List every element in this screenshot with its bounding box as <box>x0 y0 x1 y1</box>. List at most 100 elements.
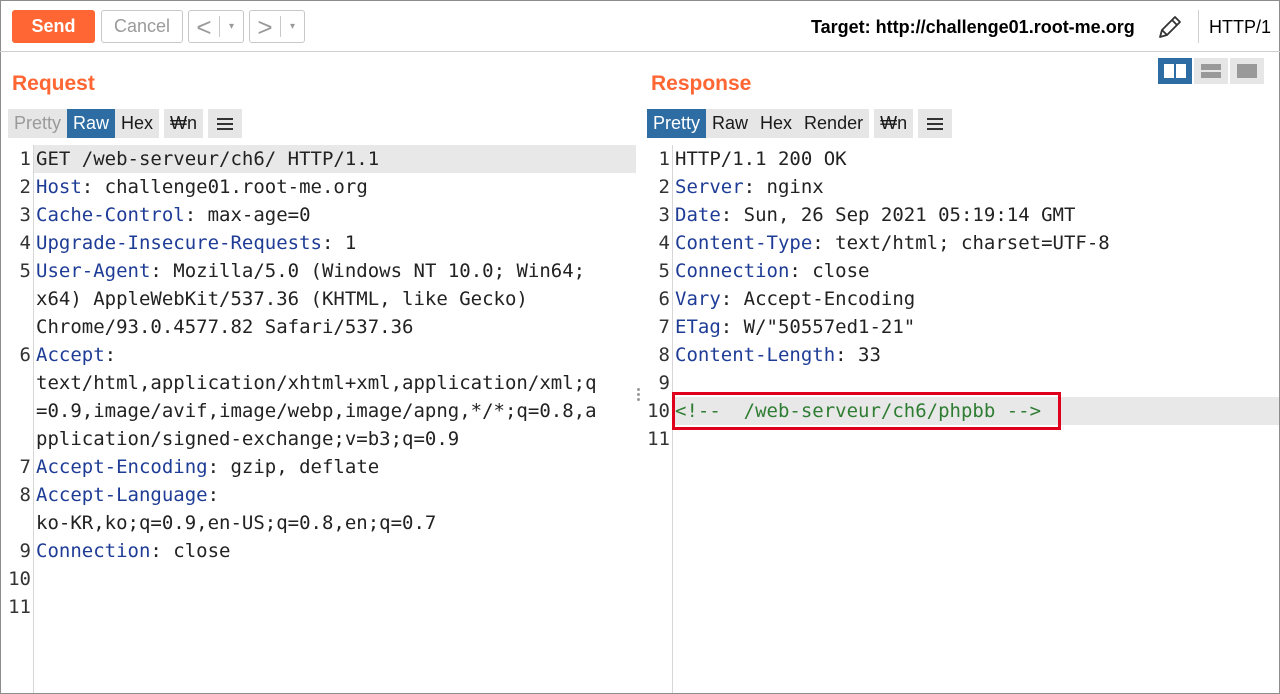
back-history-button[interactable]: < ▾ <box>188 10 244 43</box>
line-number: 1 <box>658 148 670 170</box>
header-separator: : <box>104 344 117 366</box>
send-button[interactable]: Send <box>12 10 95 43</box>
code-line: Host: challenge01.root-me.org <box>36 173 368 201</box>
line-number: 7 <box>19 456 31 478</box>
line-number: 9 <box>658 372 670 394</box>
line-number: 1 <box>19 148 31 170</box>
header-value: x64) AppleWebKit/537.36 (KHTML, like Gec… <box>36 288 528 310</box>
header-separator: : <box>207 484 220 506</box>
tab-hex[interactable]: Hex <box>115 109 160 138</box>
code-line: Chrome/93.0.4577.82 Safari/537.36 <box>36 313 414 341</box>
line-number: 11 <box>647 428 670 450</box>
tab-render[interactable]: Render <box>798 109 870 138</box>
line-number: 2 <box>19 176 31 198</box>
code-line: Accept: <box>36 341 116 369</box>
header-name: Connection <box>36 540 151 562</box>
header-separator: : <box>812 232 836 254</box>
code-line: HTTP/1.1 200 OK <box>675 145 847 173</box>
header-name: Host <box>36 176 82 198</box>
toolbar: Send Cancel < ▾ > ▾ Target: http://chall… <box>0 0 1280 52</box>
forward-history-button[interactable]: > ▾ <box>249 10 305 43</box>
code-line: =0.9,image/avif,image/webp,image/apng,*/… <box>36 397 597 425</box>
header-name: User-Agent <box>36 260 151 282</box>
header-value: text/html,application/xhtml+xml,applicat… <box>36 372 597 394</box>
tab-pretty[interactable]: Pretty <box>8 109 68 138</box>
chevron-left-icon[interactable]: < <box>189 12 219 42</box>
code-line: x64) AppleWebKit/537.36 (KHTML, like Gec… <box>36 285 528 313</box>
menu-icon[interactable] <box>918 109 953 138</box>
header-value: ko-KR,ko;q=0.9,en-US;q=0.8,en;q=0.7 <box>36 512 437 534</box>
line-number: 4 <box>19 232 31 254</box>
code-line: Cache-Control: max-age=0 <box>36 201 311 229</box>
line-number: 9 <box>19 540 31 562</box>
line-number: 2 <box>658 176 670 198</box>
header-name: Accept <box>36 344 105 366</box>
header-name: Content-Length <box>675 344 836 366</box>
header-separator: : <box>743 176 767 198</box>
header-value: Sun, 26 Sep 2021 05:19:14 GMT <box>743 204 1076 226</box>
code-line: Connection: close <box>36 537 230 565</box>
header-name: Accept-Encoding <box>36 456 208 478</box>
line-number <box>1 313 31 341</box>
code-line: Server: nginx <box>675 173 824 201</box>
cancel-button[interactable]: Cancel <box>101 10 183 43</box>
code-line: ko-KR,ko;q=0.9,en-US;q=0.8,en;q=0.7 <box>36 509 436 537</box>
code-line: Connection: close <box>675 257 869 285</box>
response-tabs: Pretty Raw Hex Render ₩n <box>647 109 953 138</box>
line-number: 10 <box>8 568 31 590</box>
header-value: Mozilla/5.0 (Windows NT 10.0; Win64; <box>173 260 586 282</box>
pencil-icon[interactable] <box>1155 12 1185 42</box>
header-value: gzip, deflate <box>230 456 380 478</box>
line-number: 7 <box>658 316 670 338</box>
header-separator: : <box>720 204 744 226</box>
line-number: 8 <box>19 484 31 506</box>
header-name: Vary <box>675 288 721 310</box>
line-number <box>1 425 31 453</box>
header-name: Server <box>675 176 744 198</box>
tab-raw[interactable]: Raw <box>67 109 116 138</box>
header-separator: : <box>150 260 174 282</box>
code-line: Vary: Accept-Encoding <box>675 285 915 313</box>
tab-raw[interactable]: Raw <box>706 109 755 138</box>
code-line: ETag: W/"50557ed1-21" <box>675 313 915 341</box>
chevron-down-icon[interactable]: ▾ <box>220 21 243 32</box>
header-value: text/html; charset=UTF-8 <box>835 232 1110 254</box>
line-number: 3 <box>19 204 31 226</box>
tab-pretty[interactable]: Pretty <box>647 109 707 138</box>
header-value: =0.9,image/avif,image/webp,image/apng,*/… <box>36 400 597 422</box>
header-value: HTTP/1.1 200 OK <box>675 148 847 170</box>
header-name: Content-Type <box>675 232 813 254</box>
header-name: Accept-Language <box>36 484 208 506</box>
split-columns-icon[interactable] <box>1158 58 1192 84</box>
header-separator: : <box>835 344 859 366</box>
header-value: pplication/signed-exchange;v=b3;q=0.9 <box>36 428 460 450</box>
request-tabs: Pretty Raw Hex ₩n <box>8 109 243 138</box>
response-editor[interactable]: 1 HTTP/1.1 200 OK 2 Server: nginx 3 Date: Sun… <box>640 145 1279 693</box>
menu-icon[interactable] <box>208 109 243 138</box>
line-number: 6 <box>658 288 670 310</box>
line-number <box>1 509 31 537</box>
header-value: W/"50557ed1-21" <box>743 316 916 338</box>
request-editor[interactable]: 1 GET /web-serveur/ch6/ HTTP/1.1 2 Host: ch… <box>1 145 636 693</box>
code-line: User-Agent: Mozilla/5.0 (Windows NT 10.0… <box>36 257 585 285</box>
line-number: 11 <box>8 596 31 618</box>
tab-hex[interactable]: Hex <box>754 109 799 138</box>
header-value: max-age=0 <box>207 204 311 226</box>
line-number: 5 <box>19 260 31 282</box>
chevron-right-icon[interactable]: > <box>250 12 280 42</box>
header-value: 33 <box>858 344 881 366</box>
line-number: 8 <box>658 344 670 366</box>
header-name: Cache-Control <box>36 204 185 226</box>
single-pane-icon[interactable] <box>1230 58 1264 84</box>
newline-toggle[interactable]: ₩n <box>874 109 914 138</box>
header-value: 1 <box>344 232 357 254</box>
newline-toggle[interactable]: ₩n <box>164 109 204 138</box>
split-rows-icon[interactable] <box>1194 58 1228 84</box>
line-number: 10 <box>647 400 670 422</box>
protocol-label[interactable]: HTTP/1 <box>1209 17 1271 38</box>
header-value: challenge01.root-me.org <box>104 176 368 198</box>
chevron-down-icon[interactable]: ▾ <box>281 21 304 32</box>
code-line: Upgrade-Insecure-Requests: 1 <box>36 229 356 257</box>
request-title: Request <box>12 72 95 95</box>
code-line: Accept-Encoding: gzip, deflate <box>36 453 379 481</box>
